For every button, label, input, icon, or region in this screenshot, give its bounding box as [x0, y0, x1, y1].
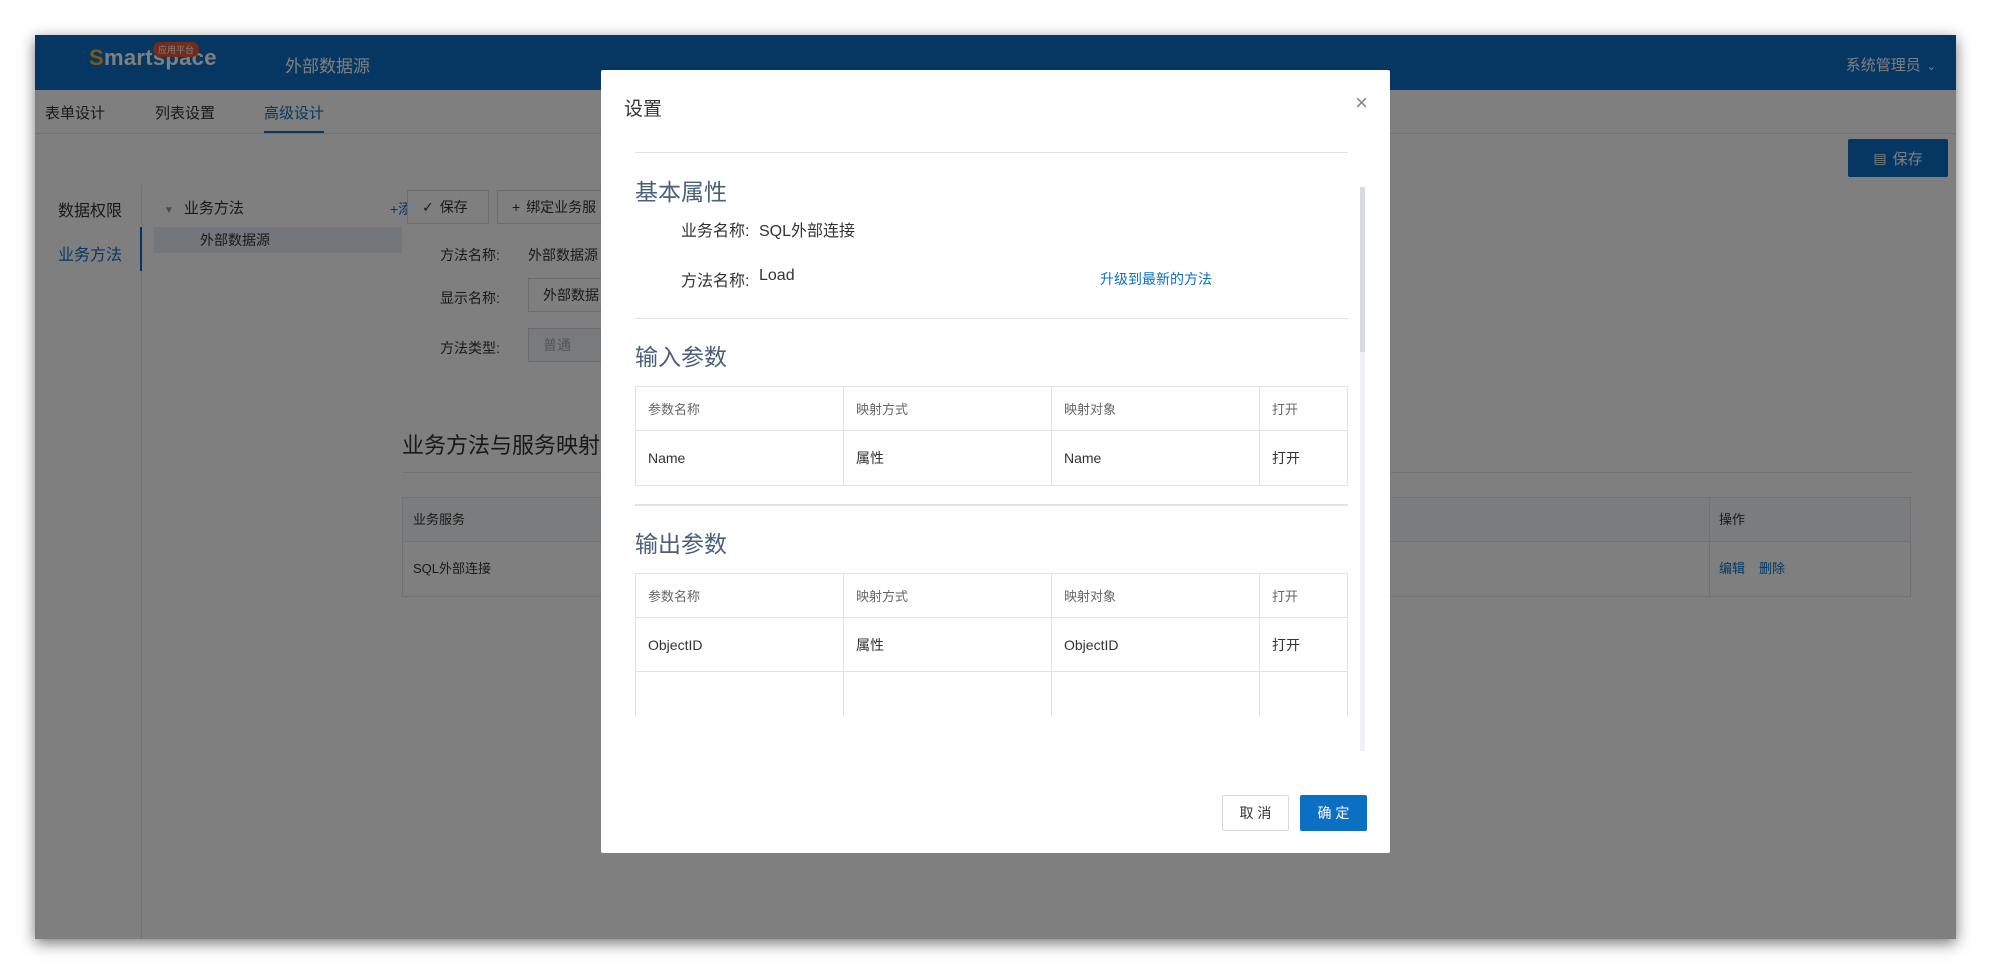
- param-name: Name: [636, 431, 844, 485]
- table-row: ObjectID 属性 ObjectID 打开: [636, 618, 1347, 672]
- upgrade-method-link[interactable]: 升级到最新的方法: [1100, 269, 1212, 289]
- business-name-value: SQL外部连接: [759, 223, 856, 240]
- col-map-mode: 映射方式: [844, 574, 1052, 617]
- input-params-table: 参数名称 映射方式 映射对象 打开 Name 属性 Name 打开: [635, 386, 1348, 486]
- map-mode: 属性: [844, 431, 1052, 485]
- method-name-label: 方法名称:: [681, 273, 750, 290]
- dialog-title: 设置: [624, 99, 663, 120]
- divider: [635, 504, 1348, 506]
- map-target: Name: [1052, 431, 1260, 485]
- method-name-value: Load: [759, 267, 795, 284]
- scrollbar-thumb[interactable]: [1360, 187, 1365, 352]
- confirm-button[interactable]: 确 定: [1300, 795, 1367, 831]
- dialog-scroll-area[interactable]: 基本属性 业务名称: SQL外部连接 方法名称: Load 升级到最新的方法 输…: [635, 152, 1360, 717]
- col-open: 打开: [1272, 402, 1299, 417]
- divider: [635, 318, 1348, 319]
- col-map-mode: 映射方式: [844, 387, 1052, 430]
- map-target: ObjectID: [1052, 618, 1260, 671]
- map-mode: 属性: [844, 618, 1052, 671]
- output-table-header: 参数名称 映射方式 映射对象 打开: [636, 574, 1347, 618]
- open-link[interactable]: 打开: [1260, 431, 1348, 485]
- empty-cell: [1260, 672, 1348, 717]
- col-map-target: 映射对象: [1052, 387, 1260, 430]
- cancel-button[interactable]: 取 消: [1222, 795, 1289, 831]
- table-row: Name 属性 Name 打开: [636, 431, 1347, 485]
- empty-cell: [844, 672, 1052, 717]
- output-params-title: 输出参数: [635, 531, 727, 557]
- input-params-title: 输入参数: [635, 344, 727, 370]
- empty-cell: [1052, 672, 1260, 717]
- top-divider: [635, 152, 1348, 153]
- empty-cell: [636, 672, 844, 717]
- table-row-empty: [636, 672, 1347, 717]
- basic-props-title: 基本属性: [635, 179, 727, 205]
- col-open: 打开: [1272, 589, 1299, 604]
- output-params-table: 参数名称 映射方式 映射对象 打开 ObjectID 属性 ObjectID 打…: [635, 573, 1348, 717]
- param-name: ObjectID: [636, 618, 844, 671]
- settings-dialog: 设置 × 基本属性 业务名称: SQL外部连接 方法名称: Load 升级到最新…: [601, 70, 1390, 853]
- app-window: Smartspace 应用平台 外部数据源 系统管理员⌄ 表单设计 列表设置 高…: [35, 35, 1956, 939]
- close-icon[interactable]: ×: [1355, 90, 1368, 116]
- open-link[interactable]: 打开: [1260, 618, 1348, 671]
- col-map-target: 映射对象: [1052, 574, 1260, 617]
- business-name-label: 业务名称:: [681, 223, 750, 240]
- input-table-header: 参数名称 映射方式 映射对象 打开: [636, 387, 1347, 431]
- col-param-name: 参数名称: [636, 574, 844, 617]
- col-param-name: 参数名称: [636, 387, 844, 430]
